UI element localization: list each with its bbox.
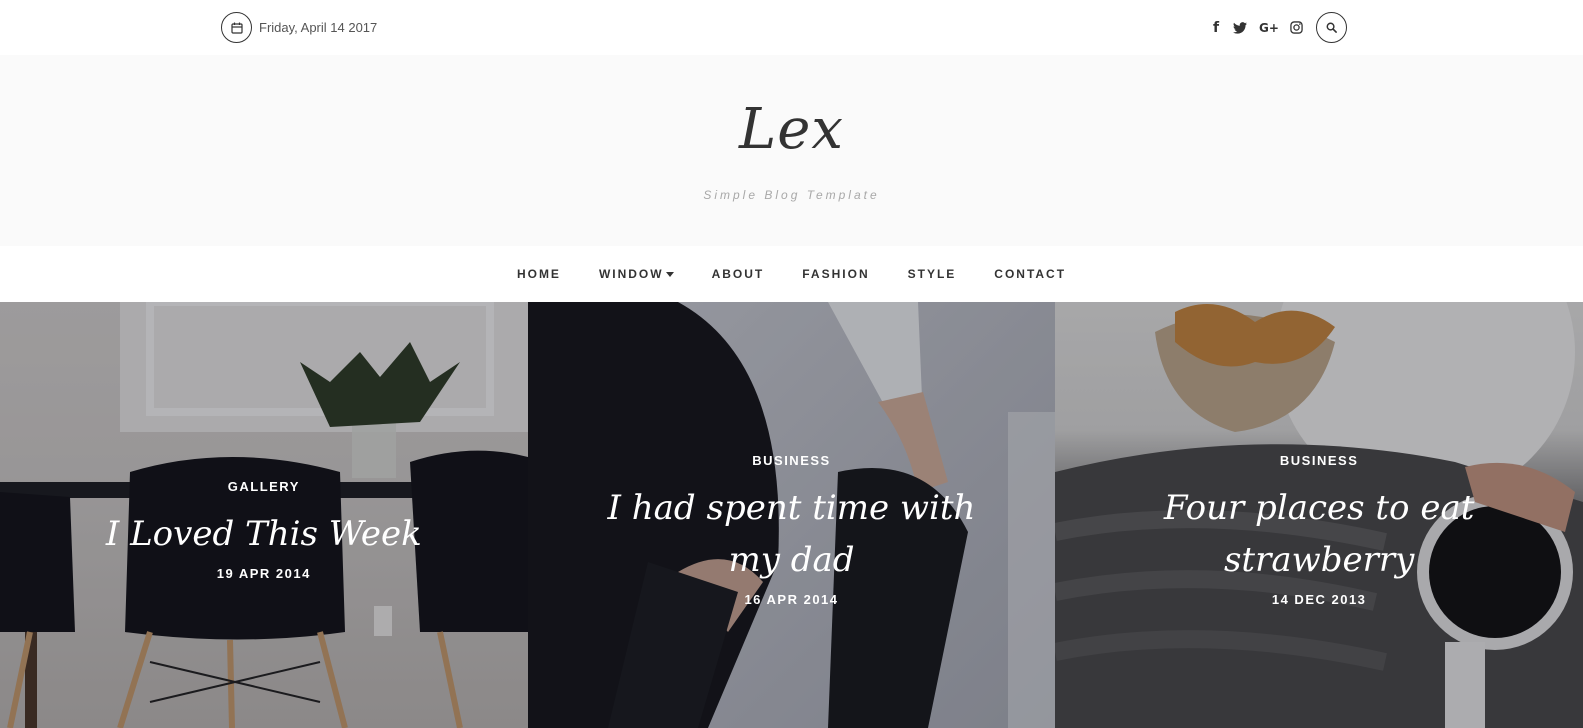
nav-item-window[interactable]: WINDOW: [599, 267, 674, 281]
post-date: 19 APR 2014: [216, 566, 311, 581]
post-category[interactable]: GALLERY: [0, 479, 528, 494]
nav-item-about[interactable]: ABOUT: [712, 267, 765, 281]
post-card[interactable]: GALLERY I Loved This Week 19 APR 2014: [0, 302, 528, 728]
post-meta: BUSINESS Four places to eat strawberry 1…: [1055, 453, 1583, 607]
nav-item-style[interactable]: STYLE: [908, 267, 957, 281]
date-display: Friday, April 14 2017: [221, 12, 377, 43]
post-date: 14 DEC 2013: [1271, 592, 1367, 607]
post-date: 16 APR 2014: [744, 592, 839, 607]
google-plus-icon[interactable]: G+: [1258, 12, 1280, 43]
main-nav: HOME WINDOW ABOUT FASHION STYLE CONTACT: [0, 246, 1583, 302]
post-meta: BUSINESS I had spent time with my dad 16…: [528, 453, 1056, 607]
nav-item-label: WINDOW: [598, 267, 664, 281]
site-header: Lex Simple Blog Template: [0, 55, 1583, 246]
site-tagline: Simple Blog Template: [703, 188, 880, 202]
search-icon: [1326, 22, 1337, 33]
instagram-icon[interactable]: [1288, 12, 1304, 43]
post-title[interactable]: Four places to eat strawberry: [1109, 482, 1529, 586]
twitter-icon[interactable]: [1232, 12, 1248, 43]
calendar-icon: [221, 12, 252, 43]
nav-item-contact[interactable]: CONTACT: [994, 267, 1066, 281]
nav-item-home[interactable]: HOME: [517, 267, 561, 281]
current-date: Friday, April 14 2017: [259, 20, 378, 35]
post-meta: GALLERY I Loved This Week 19 APR 2014: [0, 479, 528, 581]
top-bar: Friday, April 14 2017 f G+: [0, 0, 1583, 55]
post-card[interactable]: BUSINESS I had spent time with my dad 16…: [527, 302, 1056, 728]
featured-posts: GALLERY I Loved This Week 19 APR 2014 BU…: [0, 302, 1583, 728]
facebook-icon[interactable]: f: [1210, 12, 1222, 43]
caret-down-icon: [665, 271, 674, 277]
site-logo[interactable]: Lex: [0, 97, 1583, 162]
post-title[interactable]: I Loved This Week: [54, 508, 474, 560]
post-title[interactable]: I had spent time with my dad: [581, 482, 1001, 586]
post-category[interactable]: BUSINESS: [1055, 453, 1583, 468]
post-card[interactable]: BUSINESS Four places to eat strawberry 1…: [1055, 302, 1583, 728]
search-button[interactable]: [1316, 12, 1347, 43]
social-links: f G+: [1210, 12, 1347, 43]
nav-item-fashion[interactable]: FASHION: [802, 267, 869, 281]
post-category[interactable]: BUSINESS: [528, 453, 1056, 468]
